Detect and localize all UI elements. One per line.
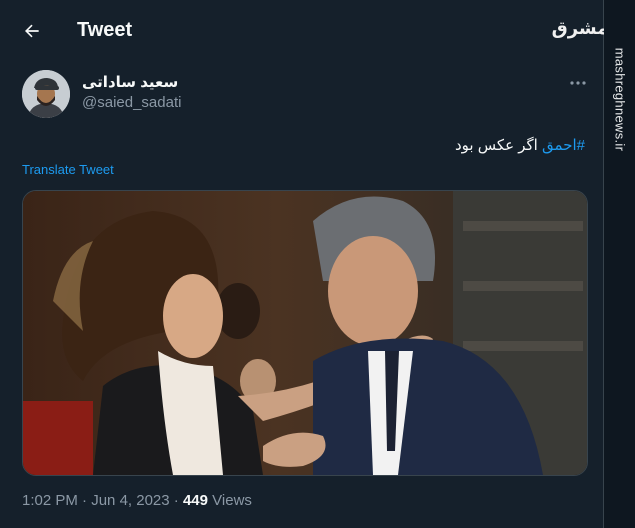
tweet-body: اگر عکس بود xyxy=(454,137,543,154)
author-name[interactable]: سعید ساداتی xyxy=(82,73,178,91)
more-dots-icon xyxy=(570,81,586,85)
tweet-meta: 1:02 PM · Jun 4, 2023 · 449 Views xyxy=(22,492,252,509)
author-handle[interactable]: @saied_sadati xyxy=(82,94,181,111)
avatar[interactable] xyxy=(22,70,70,118)
views-count: 449 xyxy=(182,492,208,509)
photo-image xyxy=(23,191,587,475)
avatar-image xyxy=(22,70,70,118)
views-label: Views xyxy=(208,492,252,509)
tweet-date[interactable]: Jun 4, 2023 xyxy=(91,492,169,509)
watermark-site: mashreghnews.ir xyxy=(612,47,627,151)
back-button[interactable] xyxy=(18,17,46,45)
tweet-photo[interactable] xyxy=(22,190,588,476)
tweet-text: #احمق اگر عکس بود xyxy=(455,136,585,154)
hashtag-link[interactable]: #احمق xyxy=(542,137,585,154)
mashregh-logo: مشرق xyxy=(551,17,609,39)
translate-tweet-link[interactable]: Translate Tweet xyxy=(22,162,114,177)
page-title: Tweet xyxy=(77,19,133,41)
tweet-time[interactable]: 1:02 PM xyxy=(22,492,78,509)
tweet-detail-panel: Tweet سعید ساداتی @saied_sadati #احمق اگ… xyxy=(0,0,609,528)
more-options-button[interactable] xyxy=(566,73,590,93)
arrow-left-icon xyxy=(25,24,39,38)
header-bar: Tweet xyxy=(0,0,603,62)
